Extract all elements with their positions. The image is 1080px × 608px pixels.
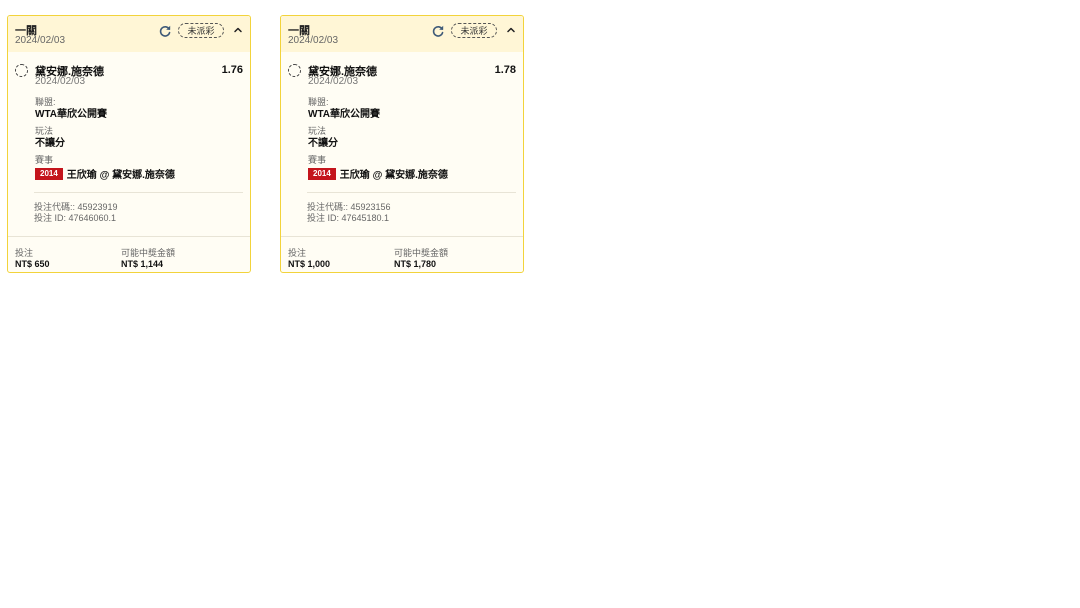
selection-date: 2024/02/03	[35, 76, 86, 87]
league-field: 聯盟: WTA華欣公開賽	[35, 97, 107, 121]
league-value: WTA華欣公開賽	[308, 109, 381, 120]
selection-row: 黛安娜.施奈德 2024/02/03 1.76	[8, 61, 250, 91]
bet-type-value: 不讓分	[308, 138, 338, 149]
payout-label: 可能中獎金額	[394, 248, 449, 258]
divider	[8, 236, 250, 237]
selection-date: 2024/02/03	[308, 76, 359, 87]
divider	[281, 236, 523, 237]
bet-date: 2024/02/03	[15, 35, 66, 46]
bet-ids: 投注代碼:: 45923156 投注 ID: 47645180.1	[307, 202, 391, 224]
event-line: 2014 王欣瑜 @ 黛安娜.施奈德	[308, 166, 448, 181]
selection-row: 黛安娜.施奈德 2024/02/03 1.78	[281, 61, 523, 91]
event-year-badge: 2014	[308, 167, 336, 180]
event-label: 賽事	[35, 155, 54, 165]
bet-type-field: 玩法 不讓分	[308, 126, 338, 150]
event-year-badge: 2014	[35, 167, 63, 180]
bet-type-label: 玩法	[308, 126, 327, 136]
event-field: 賽事 2014 王欣瑜 @ 黛安娜.施奈德	[35, 155, 175, 181]
odds: 1.78	[494, 64, 516, 76]
potential-payout: 可能中獎金額 NT$ 1,144	[121, 248, 175, 270]
league-label: 聯盟:	[308, 97, 329, 107]
event-value: 王欣瑜 @ 黛安娜.施奈德	[66, 170, 175, 181]
stake: 投注 NT$ 650	[15, 248, 50, 270]
selection-status-icon	[15, 64, 28, 77]
payout-value: NT$ 1,144	[121, 259, 164, 269]
divider	[307, 192, 516, 193]
selection-status-icon	[288, 64, 301, 77]
payout-label: 可能中獎金額	[121, 248, 176, 258]
stake: 投注 NT$ 1,000	[288, 248, 330, 270]
bet-card: 一關 2024/02/03 未派彩 黛安娜.施奈德 2024/02/03 1.7…	[280, 15, 524, 273]
divider	[34, 192, 243, 193]
league-label: 聯盟:	[35, 97, 56, 107]
stake-value: NT$ 650	[15, 259, 50, 269]
stake-label: 投注	[288, 248, 307, 258]
bet-type-value: 不讓分	[35, 138, 65, 149]
potential-payout: 可能中獎金額 NT$ 1,780	[394, 248, 448, 270]
bet-id: 投注 ID: 47645180.1	[307, 213, 390, 223]
bet-code: 投注代碼:: 45923156	[307, 202, 391, 212]
league-field: 聯盟: WTA華欣公開賽	[308, 97, 380, 121]
card-header[interactable]: 一關 2024/02/03 未派彩	[8, 16, 250, 52]
card-header[interactable]: 一關 2024/02/03 未派彩	[281, 16, 523, 52]
chevron-up-icon[interactable]	[233, 25, 243, 35]
event-field: 賽事 2014 王欣瑜 @ 黛安娜.施奈德	[308, 155, 448, 181]
chevron-up-icon[interactable]	[506, 25, 516, 35]
odds: 1.76	[221, 64, 243, 76]
event-line: 2014 王欣瑜 @ 黛安娜.施奈德	[35, 166, 175, 181]
payout-value: NT$ 1,780	[394, 259, 437, 269]
bet-date: 2024/02/03	[288, 35, 339, 46]
refresh-icon[interactable]	[431, 24, 445, 38]
event-value: 王欣瑜 @ 黛安娜.施奈德	[339, 170, 448, 181]
bet-type-field: 玩法 不讓分	[35, 126, 65, 150]
bet-ids: 投注代碼:: 45923919 投注 ID: 47646060.1	[34, 202, 118, 224]
refresh-icon[interactable]	[158, 24, 172, 38]
status-badge: 未派彩	[178, 23, 224, 38]
bet-id: 投注 ID: 47646060.1	[34, 213, 117, 223]
stake-label: 投注	[15, 248, 34, 258]
bet-card: 一關 2024/02/03 未派彩 黛安娜.施奈德 2024/02/03 1.7…	[7, 15, 251, 273]
bet-type-label: 玩法	[35, 126, 54, 136]
status-badge: 未派彩	[451, 23, 497, 38]
stake-value: NT$ 1,000	[288, 259, 331, 269]
event-label: 賽事	[308, 155, 327, 165]
bet-code: 投注代碼:: 45923919	[34, 202, 118, 212]
league-value: WTA華欣公開賽	[35, 109, 108, 120]
